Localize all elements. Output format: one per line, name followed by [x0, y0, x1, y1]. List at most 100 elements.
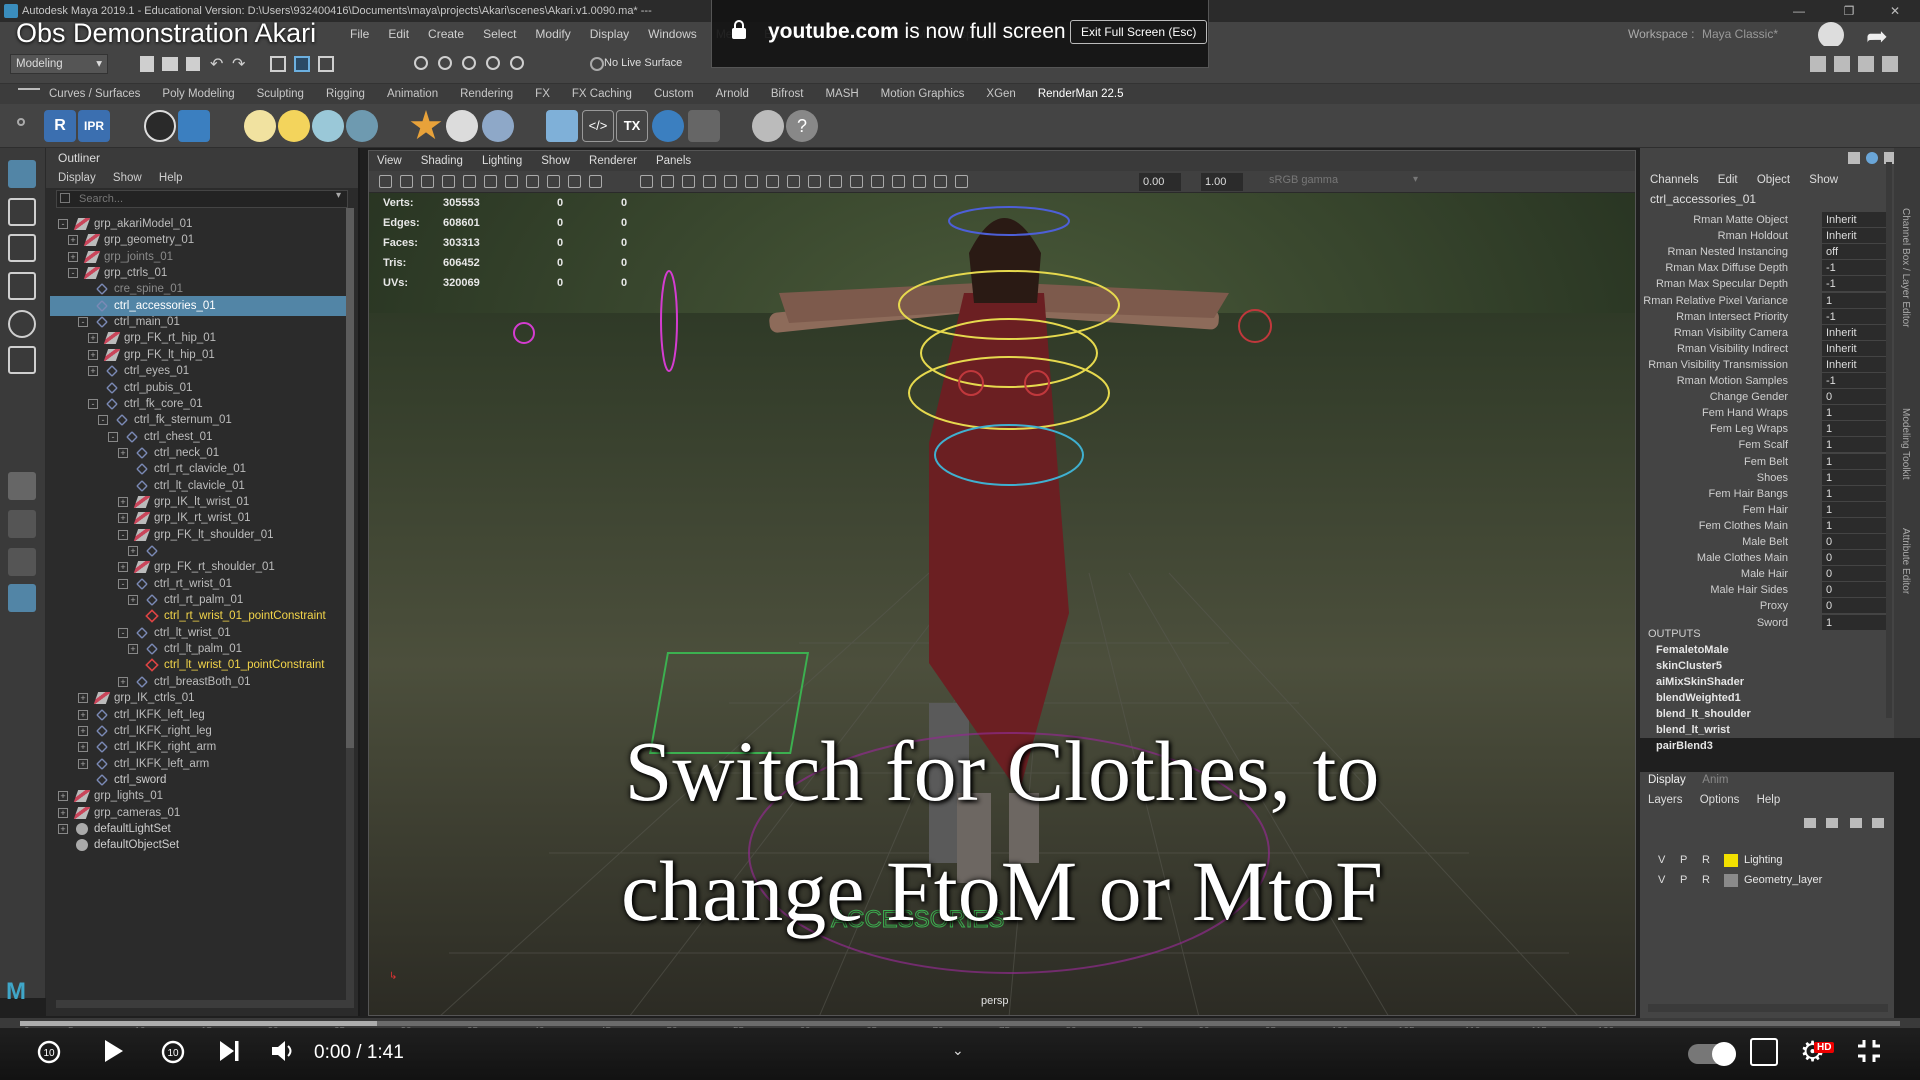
rotate-tool-icon[interactable] [8, 310, 36, 338]
expand-icon[interactable]: + [88, 333, 98, 344]
modeling-toolkit-icon[interactable] [1810, 56, 1826, 72]
viewport-menu-shading[interactable]: Shading [421, 155, 463, 167]
select-camera-icon[interactable] [379, 175, 392, 188]
tab-anim[interactable]: Anim [1702, 774, 1728, 786]
expand-icon[interactable]: + [88, 349, 98, 360]
cb-menu-show[interactable]: Show [1809, 174, 1838, 186]
expand-icon[interactable]: + [118, 513, 128, 524]
redo-icon[interactable]: ↷ [232, 54, 245, 74]
maximize-icon[interactable]: ❐ [1832, 0, 1866, 22]
layer-menu-options[interactable]: Options [1700, 794, 1740, 806]
cube-icon[interactable] [546, 110, 578, 142]
expand-icon[interactable]: + [128, 644, 138, 655]
channel-attribute[interactable]: Rman Holdout Inherit [1640, 228, 1890, 244]
film-gate-icon[interactable] [526, 175, 539, 188]
shelf-tab-animation[interactable]: Animation [376, 84, 449, 104]
textured-icon[interactable] [745, 175, 758, 188]
expand-icon[interactable]: + [78, 725, 88, 736]
histogram-icon[interactable] [688, 110, 720, 142]
shelf-menu-icon[interactable] [18, 88, 40, 90]
exit-fullscreen-button[interactable]: Exit Full Screen (Esc) [1070, 20, 1208, 44]
layer-playback-toggle[interactable]: P [1680, 850, 1687, 870]
channel-attribute-value[interactable]: 1 [1822, 405, 1886, 421]
shelf-tab-curves-surfaces[interactable]: Curves / Surfaces [38, 84, 151, 104]
new-layer-from-selection-icon[interactable] [1872, 818, 1884, 828]
output-node[interactable]: skinCluster5 [1656, 660, 1722, 672]
mode-selector[interactable]: Modeling ▾ [10, 54, 108, 74]
channel-attribute[interactable]: Fem Hand Wraps 1 [1640, 405, 1890, 421]
search-filter-icon[interactable] [60, 193, 70, 203]
layer-hscrollbar[interactable] [1648, 1004, 1888, 1012]
channel-attribute[interactable]: Rman Motion Samples -1 [1640, 373, 1890, 389]
output-node[interactable]: aiMixSkinShader [1656, 676, 1744, 688]
channel-attribute-value[interactable]: Inherit [1822, 228, 1886, 244]
cb-menu-edit[interactable]: Edit [1718, 174, 1738, 186]
output-node[interactable]: blend_lt_shoulder [1656, 708, 1751, 720]
attribute-editor-icon[interactable] [1858, 56, 1874, 72]
live-surface-label[interactable]: No Live Surface [604, 57, 682, 69]
outliner-menu-display[interactable]: Display [58, 172, 96, 184]
channel-attribute[interactable]: Shoes 1 [1640, 469, 1890, 486]
channel-attribute[interactable]: Male Hair 0 [1640, 566, 1890, 582]
tx-icon[interactable]: TX [616, 110, 648, 142]
layer-visibility-toggle[interactable]: V [1658, 850, 1665, 870]
forward-10-icon[interactable]: 10 [158, 1036, 188, 1066]
help-icon[interactable]: ? [786, 110, 818, 142]
channel-attribute-value[interactable]: 0 [1822, 566, 1886, 582]
move-layer-down-icon[interactable] [1826, 818, 1838, 828]
shelf-tab-motion-graphics[interactable]: Motion Graphics [870, 84, 976, 104]
volume-icon[interactable] [268, 1036, 298, 1066]
tab-display[interactable]: Display [1648, 774, 1686, 786]
collapse-icon[interactable]: - [68, 268, 78, 279]
exposure-field[interactable]: 0.00 [1139, 173, 1181, 191]
expand-icon[interactable]: + [78, 693, 88, 704]
move-layer-up-icon[interactable] [1804, 818, 1816, 828]
viewport-menu-panels[interactable]: Panels [656, 155, 691, 167]
shelf-tab-fx-caching[interactable]: FX Caching [561, 84, 643, 104]
safe-action-icon[interactable] [640, 175, 653, 188]
wireframe-icon[interactable] [682, 175, 695, 188]
channel-attribute-value[interactable]: 1 [1822, 453, 1886, 469]
snap-surface-icon[interactable] [510, 56, 524, 70]
single-view-icon[interactable] [8, 472, 36, 500]
sun-light-icon[interactable] [278, 110, 310, 142]
channel-attribute[interactable]: Proxy 0 [1640, 598, 1890, 614]
side-tab-attribute-editor[interactable]: Attribute Editor [1900, 528, 1911, 594]
expand-icon[interactable]: + [58, 807, 68, 818]
shelf-tab-rigging[interactable]: Rigging [315, 84, 376, 104]
safe-title-icon[interactable] [661, 175, 674, 188]
gamma-field[interactable]: 1.00 [1201, 173, 1243, 191]
exit-fullscreen-icon[interactable] [1854, 1036, 1884, 1066]
channel-attribute[interactable]: Fem Belt 1 [1640, 453, 1890, 470]
expand-icon[interactable]: + [118, 562, 128, 573]
expand-icon[interactable]: + [78, 742, 88, 753]
side-tab-modeling-toolkit[interactable]: Modeling Toolkit [1900, 408, 1911, 480]
outliner-item[interactable]: defaultObjectSet [50, 835, 348, 855]
minimize-icon[interactable]: — [1782, 0, 1816, 22]
expand-icon[interactable]: + [78, 758, 88, 769]
shelf-tab-poly-modeling[interactable]: Poly Modeling [151, 84, 245, 104]
next-video-icon[interactable] [214, 1036, 244, 1066]
channel-attribute-value[interactable]: 1 [1822, 437, 1886, 453]
open-scene-icon[interactable] [162, 57, 178, 71]
select-component-icon[interactable] [318, 56, 334, 72]
color-space-select[interactable]: sRGB gamma [1269, 174, 1338, 186]
area-light-icon[interactable] [244, 110, 276, 142]
expand-icon[interactable]: + [58, 791, 68, 802]
expand-icon[interactable]: + [118, 676, 128, 687]
channel-attribute[interactable]: Fem Hair Bangs 1 [1640, 485, 1890, 502]
ambient-occlusion-icon[interactable] [808, 175, 821, 188]
channel-attribute-value[interactable]: 1 [1822, 614, 1886, 630]
wrench-icon[interactable] [752, 110, 784, 142]
grease-pencil-icon[interactable] [484, 175, 497, 188]
video-progress-bar[interactable] [20, 1021, 1900, 1026]
tool-settings-icon[interactable] [1882, 56, 1898, 72]
camera-attributes-icon[interactable] [400, 175, 413, 188]
channel-attribute-value[interactable]: 1 [1822, 421, 1886, 437]
channel-attribute-value[interactable]: 0 [1822, 598, 1886, 614]
use-all-lights-icon[interactable] [766, 175, 779, 188]
outliner-scrollbar[interactable] [346, 208, 354, 1008]
depth-of-field-icon[interactable] [871, 175, 884, 188]
layer-visibility-toggle[interactable]: V [1658, 870, 1665, 890]
xray-icon[interactable] [913, 175, 926, 188]
